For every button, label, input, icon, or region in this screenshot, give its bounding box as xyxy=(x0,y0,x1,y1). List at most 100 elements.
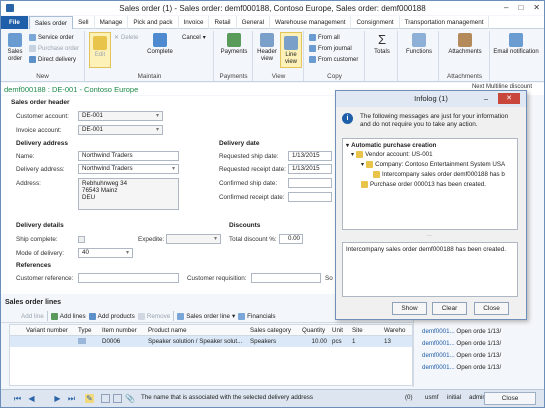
copy-from-all-button[interactable]: From all xyxy=(309,34,340,41)
tree-item[interactable]: Intercompany sales order demf000188 has … xyxy=(373,171,505,178)
cell-unit[interactable]: pcs xyxy=(330,336,350,347)
delivery-address-field[interactable]: Northwind Traders ▾ xyxy=(78,164,179,174)
ship-complete-checkbox[interactable] xyxy=(78,236,85,243)
notification-count[interactable]: (0) xyxy=(405,394,413,401)
col-product-name[interactable]: Product name xyxy=(146,325,248,335)
name-field[interactable]: Northwind Traders xyxy=(78,151,179,161)
new-service-order-button[interactable]: Service order xyxy=(29,34,74,41)
payments-button[interactable]: Payments xyxy=(218,33,250,56)
col-quantity[interactable]: Quantity xyxy=(300,325,330,335)
tab-file[interactable]: File xyxy=(1,16,29,29)
cell-site[interactable]: 1 xyxy=(350,336,382,347)
total-discount-field[interactable]: 0.00 xyxy=(279,234,303,244)
previous-record-icon[interactable]: ◀ xyxy=(27,394,36,403)
table-row[interactable]: D0006 Speaker solution / Speaker solut..… xyxy=(10,336,412,347)
show-button[interactable]: Show xyxy=(392,302,427,315)
row-selector[interactable] xyxy=(10,336,24,347)
customer-account-field[interactable]: DE-001 ▾ xyxy=(78,111,163,121)
header-view-button[interactable]: Header view xyxy=(256,33,278,63)
financials-menu[interactable]: Financials xyxy=(238,312,276,320)
col-unit[interactable]: Unit xyxy=(330,325,350,335)
minimize-icon[interactable]: – xyxy=(504,3,508,12)
customer-reference-field[interactable] xyxy=(78,273,179,283)
company-indicator[interactable]: usmf xyxy=(425,394,438,401)
customer-requisition-field[interactable] xyxy=(251,273,321,283)
view-mode-icon[interactable] xyxy=(101,394,110,403)
delete-button[interactable]: ✕ Delete xyxy=(114,34,138,42)
tab-consignment[interactable]: Consignment xyxy=(351,16,400,29)
cell-quantity[interactable]: 10.00 xyxy=(300,336,330,347)
copy-from-customer-button[interactable]: From customer xyxy=(309,56,358,63)
list-item[interactable]: demf0001... Open orde 1/13/ xyxy=(422,352,501,359)
remove-button[interactable]: Remove xyxy=(137,312,170,320)
tab-transportation-management[interactable]: Transportation management xyxy=(400,16,490,29)
tab-pick-and-pack[interactable]: Pick and pack xyxy=(128,16,179,29)
col-select[interactable] xyxy=(10,325,24,335)
cell-type[interactable] xyxy=(76,336,100,347)
close-button[interactable]: Close xyxy=(484,392,536,405)
tab-sell[interactable]: Sell xyxy=(73,16,95,29)
col-sales-category[interactable]: Sales category xyxy=(248,325,300,335)
cell-item-number[interactable]: D0006 xyxy=(100,336,146,347)
maximize-icon[interactable]: □ xyxy=(518,3,523,12)
add-line-button[interactable]: Add line xyxy=(21,313,44,320)
cancel-button[interactable]: Cancel ▾ xyxy=(182,34,206,42)
attachments-button[interactable]: Attachments xyxy=(443,33,487,56)
clear-button[interactable]: Clear xyxy=(432,302,467,315)
edit-mode-icon[interactable]: ✎ xyxy=(85,394,94,403)
mode-of-delivery-field[interactable]: 40 ▾ xyxy=(78,248,133,258)
partition-indicator[interactable]: initial xyxy=(447,394,461,401)
tree-item[interactable]: Purchase order 000013 has been created. xyxy=(361,181,486,188)
tab-sales-order[interactable]: Sales order xyxy=(28,16,74,29)
complete-button[interactable]: Complete xyxy=(141,33,179,56)
cell-warehouse[interactable]: 13 xyxy=(382,336,412,347)
invoice-account-field[interactable]: DE-001 ▾ xyxy=(78,125,163,135)
functions-button[interactable]: Functions xyxy=(401,33,437,56)
cell-variant[interactable] xyxy=(24,336,76,347)
minimize-icon[interactable]: – xyxy=(484,91,488,107)
col-variant-number[interactable]: Variant number xyxy=(24,325,76,335)
expedite-field[interactable]: ▾ xyxy=(166,234,221,244)
col-item-number[interactable]: Item number xyxy=(100,325,146,335)
attachment-icon[interactable]: 📎 xyxy=(125,394,135,403)
tree-item[interactable]: ▾ Vendor account: US-001 xyxy=(351,151,433,158)
cell-sales-category[interactable]: Speakers xyxy=(248,336,300,347)
email-notification-button[interactable]: Email notification xyxy=(493,33,539,56)
tree-item[interactable]: ▾ Company: Contoso Entertainment System U… xyxy=(361,161,505,168)
close-button[interactable]: Close xyxy=(474,302,509,315)
splitter-handle[interactable]: … xyxy=(426,232,432,238)
close-icon[interactable]: ✕ xyxy=(498,93,520,104)
first-record-icon[interactable]: ⏮ xyxy=(13,394,22,403)
tab-warehouse-management[interactable]: Warehouse management xyxy=(270,16,352,29)
edit-button[interactable]: Edit xyxy=(89,32,111,68)
direct-delivery-button[interactable]: Direct delivery xyxy=(29,56,76,63)
copy-from-journal-button[interactable]: From journal xyxy=(309,45,352,52)
grid-view-icon[interactable] xyxy=(113,394,122,403)
next-record-icon[interactable]: ▶ xyxy=(53,394,62,403)
last-record-icon[interactable]: ⏭ xyxy=(67,394,76,403)
confirmed-receipt-date-field[interactable] xyxy=(288,192,332,202)
add-products-button[interactable]: Add products xyxy=(88,312,135,320)
totals-button[interactable]: Σ Totals xyxy=(368,33,396,56)
col-warehouse[interactable]: Wareho xyxy=(382,325,412,335)
list-item[interactable]: demf0001... Open orde 1/13/ xyxy=(422,328,501,335)
confirmed-ship-date-field[interactable] xyxy=(288,178,332,188)
requested-receipt-date-field[interactable]: 1/13/2015 xyxy=(288,164,332,174)
list-item[interactable]: demf0001... Open orde 1/13/ xyxy=(422,364,501,371)
list-item[interactable]: demf0001... Open orde 1/13/ xyxy=(422,340,501,347)
new-purchase-order-button[interactable]: Purchase order xyxy=(29,45,79,52)
tab-retail[interactable]: Retail xyxy=(209,16,237,29)
new-sales-order-button[interactable]: Sales order xyxy=(4,33,26,63)
tab-manage[interactable]: Manage xyxy=(95,16,129,29)
tree-item[interactable]: ▾ Automatic purchase creation xyxy=(346,142,436,149)
address-field[interactable]: Rebhuhnweg 34 76543 Mainz DEU xyxy=(78,178,179,210)
line-view-button[interactable]: Line view xyxy=(280,32,302,68)
close-icon[interactable]: ✕ xyxy=(533,3,540,12)
tab-general[interactable]: General xyxy=(237,16,270,29)
cell-product-name[interactable]: Speaker solution / Speaker solut... xyxy=(146,336,248,347)
add-lines-button[interactable]: Add lines xyxy=(50,312,86,320)
sales-order-line-menu[interactable]: Sales order line ▾ xyxy=(177,312,235,320)
col-type[interactable]: Type xyxy=(76,325,100,335)
tab-invoice[interactable]: Invoice xyxy=(179,16,210,29)
col-site[interactable]: Site xyxy=(350,325,382,335)
